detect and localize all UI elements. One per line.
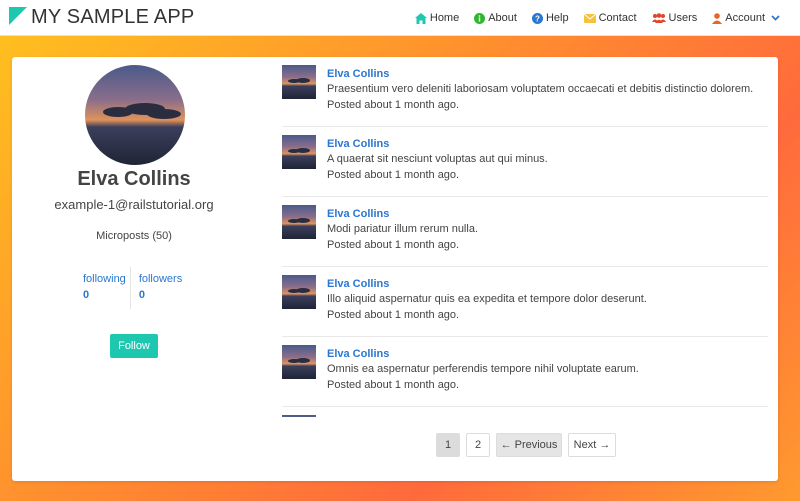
following-count: 0	[83, 289, 90, 301]
post-content: Praesentium vero deleniti laboriosam vol…	[327, 83, 754, 95]
pagination: 1 2 ← Previous Next →	[436, 433, 622, 457]
post-content: A quaerat sit nesciunt voluptas aut qui …	[327, 153, 548, 165]
micropost-item: Elva Collins Modi pariatur illum rerum n…	[282, 197, 768, 267]
post-timestamp: Posted about 1 month ago.	[327, 309, 460, 321]
post-avatar[interactable]	[282, 415, 316, 417]
post-timestamp: Posted about 1 month ago.	[327, 379, 460, 391]
microposts-count: Microposts (50)	[96, 230, 172, 242]
main-card: Elva Collins example-1@railstutorial.org…	[12, 57, 778, 481]
envelope-icon	[583, 13, 596, 23]
logo-icon	[9, 6, 27, 25]
page-1-button[interactable]: 1	[436, 433, 460, 457]
nav-item-account[interactable]: Account	[712, 12, 780, 24]
nav-label-help: Help	[545, 12, 569, 24]
nav-menu: Home About ? Help Contact Users Account	[400, 0, 780, 36]
post-user-link[interactable]: Elva Collins	[327, 348, 389, 360]
micropost-feed: Elva Collins Praesentium vero deleniti l…	[282, 57, 768, 417]
nav-item-help[interactable]: ? Help	[531, 12, 569, 24]
nav-label-home: Home	[429, 12, 460, 24]
avatar	[85, 65, 185, 165]
post-content: Omnis ea aspernatur perferendis tempore …	[327, 363, 639, 375]
nav-label-about: About	[488, 12, 517, 24]
nav-item-home[interactable]: Home	[414, 12, 460, 24]
nav-label-account: Account	[725, 12, 765, 24]
help-icon: ?	[531, 12, 543, 24]
nav-item-about[interactable]: About	[474, 12, 517, 24]
navbar: MY SAMPLE APP Home About ? Help Contact	[0, 0, 800, 36]
followers-label: followers	[138, 273, 183, 285]
post-user-link[interactable]: Elva Collins	[327, 278, 389, 290]
post-timestamp: Posted about 1 month ago.	[327, 99, 460, 111]
post-content: Modi pariatur illum rerum nulla.	[327, 223, 478, 235]
profile-email: example-1@railstutorial.org	[54, 197, 214, 212]
post-avatar[interactable]	[282, 205, 316, 239]
micropost-item: Elva Collins Praesentium vero deleniti l…	[282, 57, 768, 127]
micropost-item-partial	[282, 407, 768, 417]
nav-label-contact: Contact	[598, 12, 637, 24]
follow-stats: following 0 followers 0	[79, 267, 186, 309]
post-avatar[interactable]	[282, 135, 316, 169]
svg-text:?: ?	[535, 14, 540, 23]
followers-count: 0	[138, 289, 145, 301]
post-avatar[interactable]	[282, 275, 316, 309]
nav-item-contact[interactable]: Contact	[583, 12, 637, 24]
chevron-down-icon	[771, 12, 780, 24]
micropost-item: Elva Collins Omnis ea aspernatur perfere…	[282, 337, 768, 407]
micropost-item: Elva Collins Illo aliquid aspernatur qui…	[282, 267, 768, 337]
post-user-link[interactable]: Elva Collins	[327, 208, 389, 220]
post-user-link[interactable]: Elva Collins	[327, 138, 389, 150]
info-icon	[474, 12, 486, 24]
post-avatar[interactable]	[282, 345, 316, 379]
post-avatar[interactable]	[282, 65, 316, 99]
profile-name: Elva Collins	[77, 168, 191, 190]
user-icon	[712, 12, 723, 24]
page-2-button[interactable]: 2	[466, 433, 490, 457]
post-timestamp: Posted about 1 month ago.	[327, 239, 460, 251]
post-user-link[interactable]: Elva Collins	[327, 68, 389, 80]
next-page-button[interactable]: Next →	[568, 433, 616, 457]
previous-page-button[interactable]: ← Previous	[496, 433, 562, 457]
home-icon	[414, 12, 427, 24]
nav-item-users[interactable]: Users	[651, 12, 698, 24]
brand-title: MY SAMPLE APP	[31, 6, 195, 28]
users-icon	[651, 13, 666, 23]
followers-stat[interactable]: followers 0	[129, 267, 186, 309]
post-content: Illo aliquid aspernatur quis ea expedita…	[327, 293, 647, 305]
micropost-item: Elva Collins A quaerat sit nesciunt volu…	[282, 127, 768, 197]
post-timestamp: Posted about 1 month ago.	[327, 169, 460, 181]
following-stat[interactable]: following 0	[79, 267, 130, 309]
nav-label-users: Users	[668, 12, 698, 24]
follow-button[interactable]: Follow	[110, 334, 158, 358]
brand-link[interactable]: MY SAMPLE APP	[9, 6, 194, 29]
following-label: following	[83, 273, 126, 285]
